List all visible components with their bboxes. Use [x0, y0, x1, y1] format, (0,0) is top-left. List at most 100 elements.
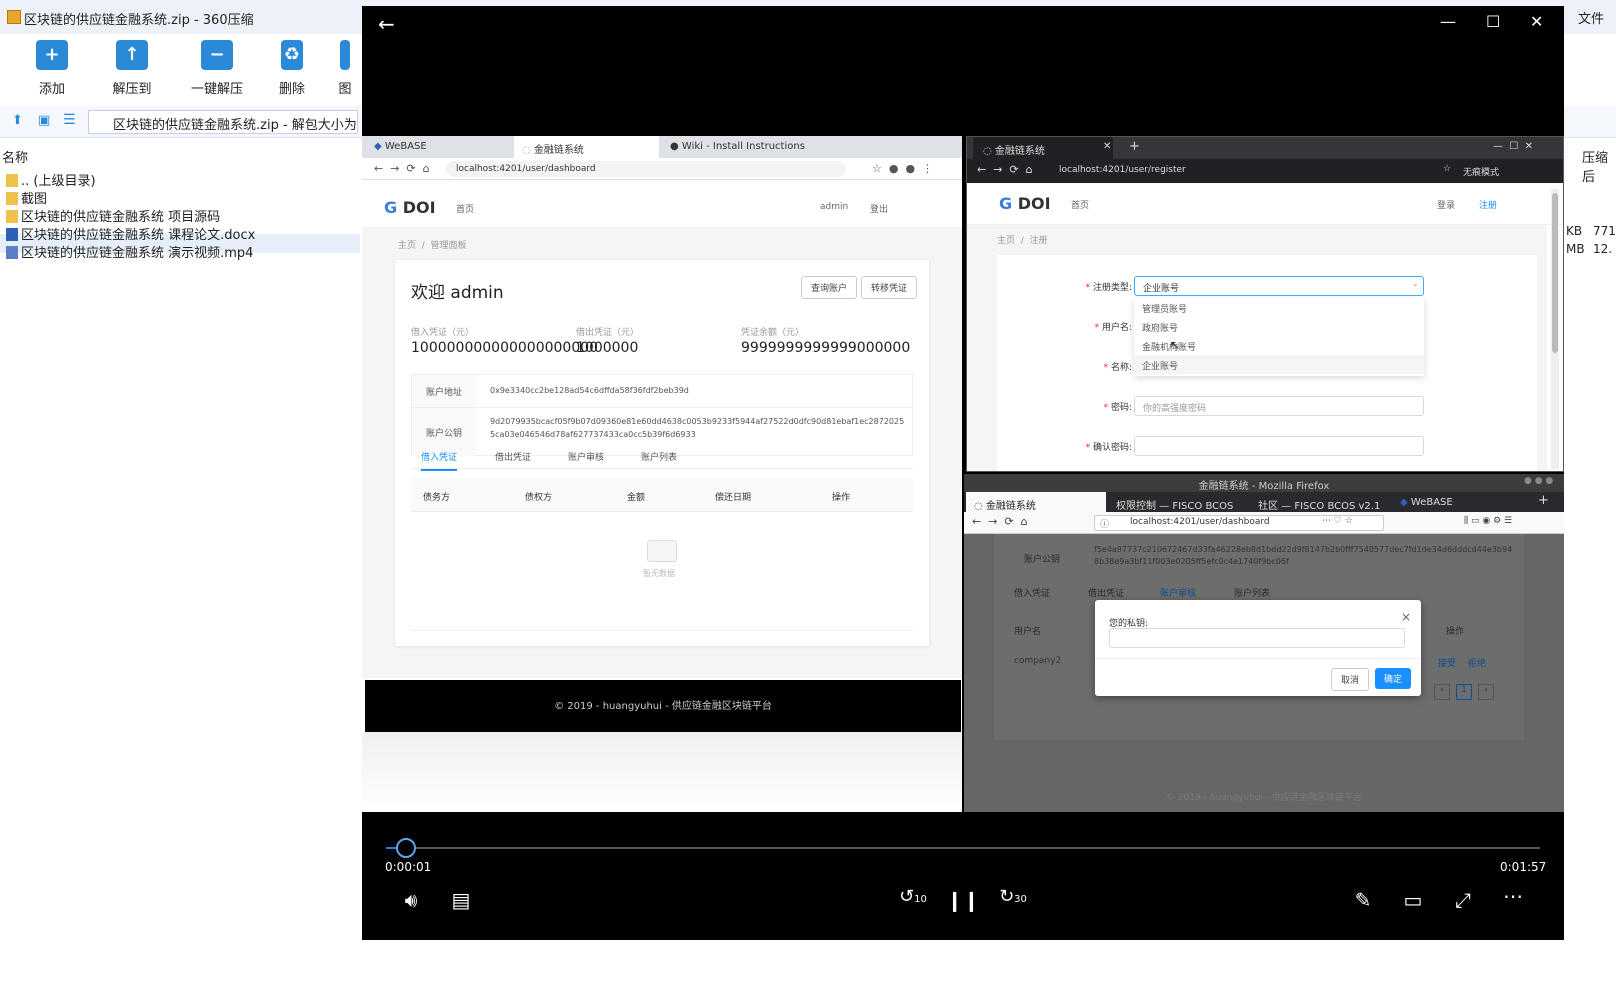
dropdown-option: 管理员账号	[1142, 305, 1188, 315]
one-click-extract-icon: −	[201, 40, 233, 70]
field-label: 用户名:	[1101, 323, 1132, 333]
column-header-compressed[interactable]: 压缩后	[1582, 147, 1616, 185]
browser-nav-icons: ← → ⟳ ⌂	[374, 162, 430, 175]
app-header	[967, 183, 1563, 225]
zip-archive-icon	[7, 10, 21, 24]
back-arrow-icon[interactable]: ←	[378, 12, 395, 36]
toolbar-one-click-extract-button[interactable]: − 一键解压	[177, 40, 257, 97]
new-tab-icon: +	[1538, 493, 1549, 508]
app-header: G DOI 首页 admin 登出	[362, 186, 962, 228]
forward-label: 30	[1014, 894, 1027, 905]
doi-logo: G DOI	[384, 198, 436, 217]
file-name: 区块链的供应链金融系统 课程论文.docx	[21, 228, 256, 243]
file-row[interactable]: 截图	[6, 188, 47, 207]
account-pubkey-label: 账户公钥	[1024, 555, 1061, 565]
account-pubkey-value: 9d2079935bcacf05f9b07d09360e81e60dd4638c…	[490, 417, 905, 439]
seek-bar-track[interactable]	[386, 847, 1540, 849]
toolbar-extract-to-label: 解压到	[112, 82, 152, 97]
stat-value: 1000000	[576, 340, 639, 356]
inner-tab: 账户列表	[1234, 589, 1271, 599]
image-icon	[340, 40, 350, 70]
folder-icon	[6, 174, 18, 187]
table-header: 操作	[832, 493, 851, 503]
private-key-input	[1109, 628, 1405, 648]
loading-icon: ◌	[522, 145, 534, 156]
toolbar-add-button[interactable]: + 添加	[17, 40, 87, 97]
webase-icon: ◆	[1400, 497, 1411, 508]
empty-inbox-icon	[647, 540, 677, 562]
volume-icon[interactable]: 🔊︎	[396, 888, 426, 912]
inner-tab-list: 账户列表	[641, 453, 678, 463]
zip-path-input[interactable]: 区块链的供应链金融系统.zip - 解包大小为 20.	[88, 110, 358, 134]
toolbar-one-click-extract-label: 一键解压	[190, 82, 243, 97]
browser-bottom-area	[362, 732, 962, 812]
subtitles-icon[interactable]: ▤	[446, 888, 476, 912]
welcome-title: 欢迎 admin	[411, 283, 504, 303]
browser-nav-icons: ← → ⟳ ⌂	[972, 515, 1028, 528]
firefox-title: 金融链系统 - Mozilla Firefox	[1198, 481, 1330, 492]
inner-tab: 借出凭证	[1088, 589, 1125, 599]
toolbar-delete-label: 删除	[278, 82, 305, 97]
file-row[interactable]: .. (上级目录)	[6, 170, 96, 189]
browser-tab-webase: ◆ WeBASE	[366, 136, 511, 158]
toolbar-extract-to-button[interactable]: ↑ 解压到	[97, 40, 167, 97]
firefox-tab: 社区 — FISCO BCOS v2.1	[1250, 492, 1390, 512]
rewind-10-icon[interactable]: ↺10	[896, 886, 930, 907]
window-controls-icon: — ☐ ✕	[1493, 141, 1534, 152]
file-row[interactable]: 区块链的供应链金融系统 课程论文.docx	[6, 224, 256, 243]
tab-label: WeBASE	[384, 141, 427, 152]
password-input: 你的高强度密码	[1134, 396, 1424, 416]
minimize-icon[interactable]: —	[1440, 12, 1456, 31]
register-type-select: 企业账号	[1134, 276, 1424, 296]
up-arrow-icon[interactable]: ⬆	[12, 113, 23, 128]
close-icon[interactable]: ✕	[1530, 12, 1543, 31]
dropdown-option: 政府账号	[1142, 324, 1179, 334]
file-row[interactable]: 区块链的供应链金融系统 项目源码	[6, 206, 220, 225]
seek-bar-thumb[interactable]	[396, 838, 416, 858]
tab-label: 权限控制 — FISCO BCOS	[1116, 501, 1234, 512]
loading-icon: ◌	[974, 501, 986, 512]
scrollbar-thumb	[1552, 193, 1558, 353]
maximize-icon[interactable]: ☐	[1486, 12, 1500, 31]
fullscreen-icon[interactable]: ⤢	[1448, 888, 1478, 912]
tab-label: 金融链系统	[994, 146, 1045, 157]
inner-tab-borrow-out: 借出凭证	[495, 453, 532, 463]
more-options-icon[interactable]: ⋯	[1498, 884, 1528, 908]
pencil-icon[interactable]: ✎	[1348, 888, 1378, 912]
inner-tab: 借入凭证	[1014, 589, 1051, 599]
forward-30-icon[interactable]: ↻30	[996, 886, 1030, 907]
info-icon: ⓘ	[1100, 520, 1110, 530]
pause-icon[interactable]: ❙❙	[946, 888, 980, 912]
transfer-voucher-button: 转移凭证	[861, 276, 918, 299]
firefox-tab: 权限控制 — FISCO BCOS	[1108, 492, 1248, 512]
folder-icon	[6, 210, 18, 223]
divider	[412, 407, 914, 408]
seek-bar-fill	[386, 847, 396, 849]
file-name: .. (上级目录)	[21, 174, 96, 189]
nav-login: 登录	[1437, 201, 1456, 211]
view-thumbnail-icon[interactable]: ▣	[38, 113, 50, 128]
app-footer: © 2019 - huangyuhui - 供应链金融区块链平台	[1166, 793, 1362, 803]
stat-label: 凭证余额（元）	[741, 328, 805, 338]
divider	[1095, 658, 1421, 659]
stat-value: 9999999999999000000	[741, 340, 911, 356]
extract-to-icon: ↑	[116, 40, 148, 70]
file-row[interactable]: 区块链的供应链金融系统 演示视频.mp4	[6, 242, 254, 261]
tab-label: 金融链系统	[533, 145, 584, 156]
folder-icon	[6, 192, 18, 205]
miniview-icon[interactable]: ▭	[1398, 888, 1428, 912]
table-cell: company2	[1014, 656, 1062, 666]
table-header: 用户名	[1014, 627, 1042, 637]
modal-cancel-button: 取消	[1331, 668, 1370, 691]
page-number: 1	[1456, 684, 1472, 700]
file-name: 区块链的供应链金融系统 演示视频.mp4	[21, 246, 254, 261]
toolbar-delete-button[interactable]: ♻ 删除	[257, 40, 327, 97]
toolbar-image-button[interactable]: 图	[330, 40, 360, 97]
close-icon: ×	[1401, 610, 1412, 624]
field-label: 确认密码:	[1092, 443, 1132, 453]
toolbar-add-label: 添加	[38, 82, 65, 97]
column-header-name[interactable]: 名称	[2, 147, 28, 166]
menu-file[interactable]: 文件	[1578, 8, 1604, 27]
breadcrumb-item: 主页	[398, 241, 417, 251]
view-list-icon[interactable]: ☰	[63, 112, 76, 128]
